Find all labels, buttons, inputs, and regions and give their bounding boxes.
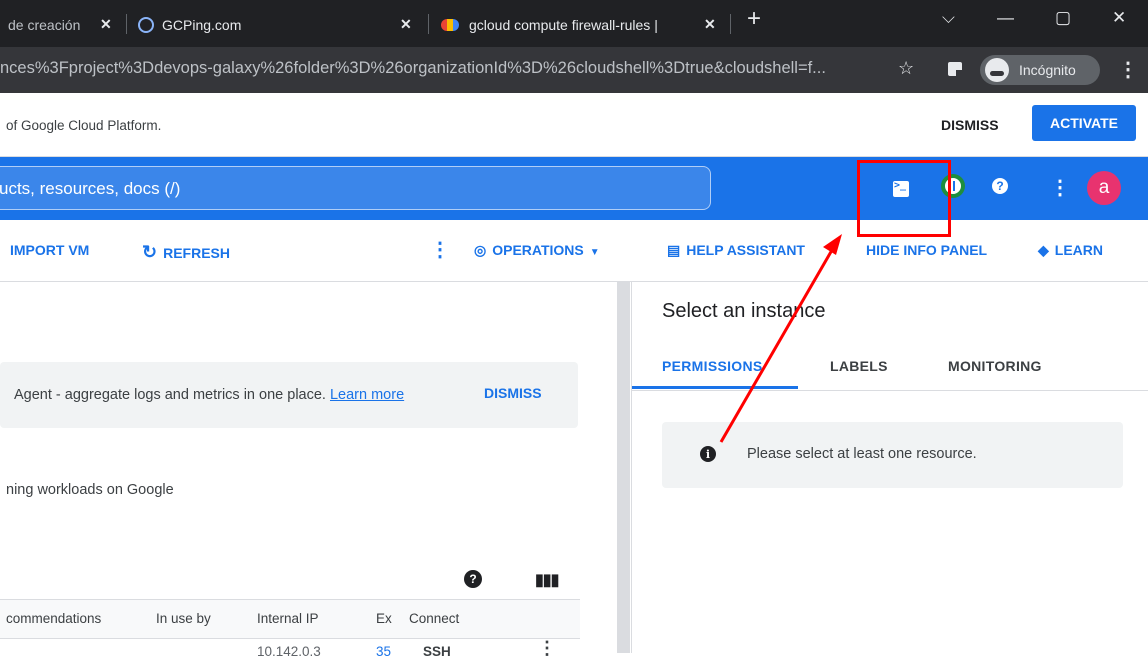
- notice-text: Please select at least one resource.: [747, 446, 977, 462]
- browser-tab-2[interactable]: GCPing.com ✕: [138, 8, 418, 41]
- chevron-down-icon: ▼: [589, 247, 600, 258]
- learn-label: LEARN: [1054, 242, 1104, 258]
- help-assistant-button[interactable]: ▤ HELP ASSISTANT: [667, 242, 805, 259]
- refresh-label: REFRESH: [163, 245, 230, 261]
- infobar-message: Agent - aggregate logs and metrics in on…: [14, 387, 326, 403]
- extension-icon[interactable]: [948, 62, 962, 76]
- banner-dismiss-button[interactable]: DISMISS: [941, 117, 999, 133]
- tab-title: GCPing.com: [162, 16, 242, 33]
- column-display-icon[interactable]: ▮▮▮: [535, 570, 559, 590]
- operations-button[interactable]: ◎ OPERATIONS ▼: [474, 242, 600, 259]
- description-text: ning workloads on Google: [6, 482, 174, 498]
- gcping-icon: [138, 16, 154, 33]
- trial-banner: of Google Cloud Platform. DISMISS ACTIVA…: [0, 93, 1148, 157]
- table-header-row: commendations In use by Internal IP Ex C…: [0, 599, 580, 639]
- help-icon[interactable]: ?: [992, 178, 1008, 194]
- refresh-icon: ↻: [142, 242, 158, 262]
- column-header[interactable]: commendations: [6, 611, 101, 626]
- panel-tabs: PERMISSIONS LABELS MONITORING: [632, 344, 1148, 391]
- info-icon: i: [700, 446, 716, 462]
- window-close-icon[interactable]: ✕: [1112, 8, 1126, 28]
- column-header[interactable]: In use by: [156, 611, 211, 626]
- ssh-button[interactable]: SSH: [423, 644, 451, 659]
- maximize-icon[interactable]: ▢: [1055, 8, 1071, 28]
- google-cloud-icon: [441, 18, 459, 31]
- more-actions-icon[interactable]: ⋮: [430, 237, 450, 262]
- learn-button[interactable]: ◆ LEARN: [1038, 242, 1103, 259]
- incognito-label: Incógnito: [1019, 62, 1076, 78]
- annotation-highlight-box: [857, 160, 951, 237]
- tab-title: de creación: [8, 16, 81, 33]
- search-bar[interactable]: ucts, resources, docs (/): [0, 166, 711, 210]
- tab-permissions[interactable]: PERMISSIONS: [662, 358, 763, 374]
- tab-monitoring[interactable]: MONITORING: [948, 358, 1042, 374]
- browser-tab-strip: de creación ✕ GCPing.com ✕ gcloud comput…: [0, 0, 1148, 47]
- help-assistant-label: HELP ASSISTANT: [686, 242, 805, 258]
- external-ip-cell[interactable]: 35: [376, 644, 391, 659]
- console-header: ucts, resources, docs (/) ? ⋮ a: [0, 157, 1148, 220]
- activate-button[interactable]: ACTIVATE: [1032, 105, 1136, 141]
- new-tab-button[interactable]: +: [747, 5, 761, 33]
- learn-more-link[interactable]: Learn more: [330, 387, 404, 403]
- minimize-icon[interactable]: —: [997, 8, 1014, 28]
- column-header[interactable]: Connect: [409, 611, 459, 626]
- internal-ip-cell: 10.142.0.3: [257, 644, 321, 659]
- search-placeholder: ucts, resources, docs (/): [0, 179, 181, 198]
- avatar[interactable]: a: [1087, 171, 1121, 205]
- address-bar: nces%3Fproject%3Ddevops-galaxy%26folder%…: [0, 47, 1148, 93]
- row-menu-icon[interactable]: ⋮: [538, 638, 556, 659]
- school-icon: ◆: [1038, 242, 1049, 258]
- tab-divider: [126, 14, 127, 34]
- panel-splitter[interactable]: [617, 282, 630, 653]
- more-options-icon[interactable]: ⋮: [1050, 175, 1070, 200]
- info-panel: Select an instance PERMISSIONS LABELS MO…: [631, 282, 1148, 653]
- import-vm-button[interactable]: IMPORT VM: [10, 242, 89, 258]
- bookmark-star-icon[interactable]: ☆: [898, 58, 914, 79]
- browser-menu-icon[interactable]: ⋮: [1118, 57, 1138, 82]
- url-field[interactable]: nces%3Fproject%3Ddevops-galaxy%26folder%…: [0, 59, 890, 78]
- incognito-icon: [985, 58, 1009, 82]
- table-row: 10.142.0.3 35 SSH ⋮: [0, 638, 580, 659]
- ops-agent-infobar: Agent - aggregate logs and metrics in on…: [0, 362, 578, 428]
- refresh-button[interactable]: ↻ REFRESH: [142, 242, 230, 263]
- banner-text: of Google Cloud Platform.: [6, 118, 162, 133]
- close-icon[interactable]: ✕: [100, 16, 112, 33]
- panel-title: Select an instance: [662, 300, 826, 322]
- active-tab-indicator: [632, 386, 798, 389]
- incognito-badge[interactable]: Incógnito: [980, 55, 1100, 85]
- column-header[interactable]: Ex: [376, 611, 392, 626]
- tab-labels[interactable]: LABELS: [830, 358, 888, 374]
- select-resource-notice: i Please select at least one resource.: [662, 422, 1123, 488]
- help-circle-icon[interactable]: ?: [464, 570, 482, 588]
- tab-divider: [428, 14, 429, 34]
- infobar-dismiss-button[interactable]: DISMISS: [484, 385, 542, 401]
- tab-divider: [730, 14, 731, 34]
- close-icon[interactable]: ✕: [400, 16, 412, 33]
- hide-info-panel-button[interactable]: HIDE INFO PANEL: [866, 242, 987, 258]
- browser-tab-1[interactable]: de creación ✕: [8, 8, 126, 41]
- chat-icon: ▤: [667, 242, 681, 258]
- instances-content: Agent - aggregate logs and metrics in on…: [0, 282, 617, 659]
- tab-search-icon[interactable]: ⌵: [942, 8, 955, 28]
- infobar-text: Agent - aggregate logs and metrics in on…: [14, 387, 404, 403]
- browser-tab-3[interactable]: gcloud compute firewall-rules | ✕: [441, 8, 721, 41]
- column-header[interactable]: Internal IP: [257, 611, 319, 626]
- close-icon[interactable]: ✕: [704, 16, 716, 33]
- action-toolbar: IMPORT VM ↻ REFRESH ⋮ ◎ OPERATIONS ▼ ▤ HELP …: [0, 221, 1148, 282]
- tab-title: gcloud compute firewall-rules |: [469, 16, 658, 33]
- operations-label: OPERATIONS: [492, 242, 584, 258]
- operations-icon: ◎: [474, 242, 487, 258]
